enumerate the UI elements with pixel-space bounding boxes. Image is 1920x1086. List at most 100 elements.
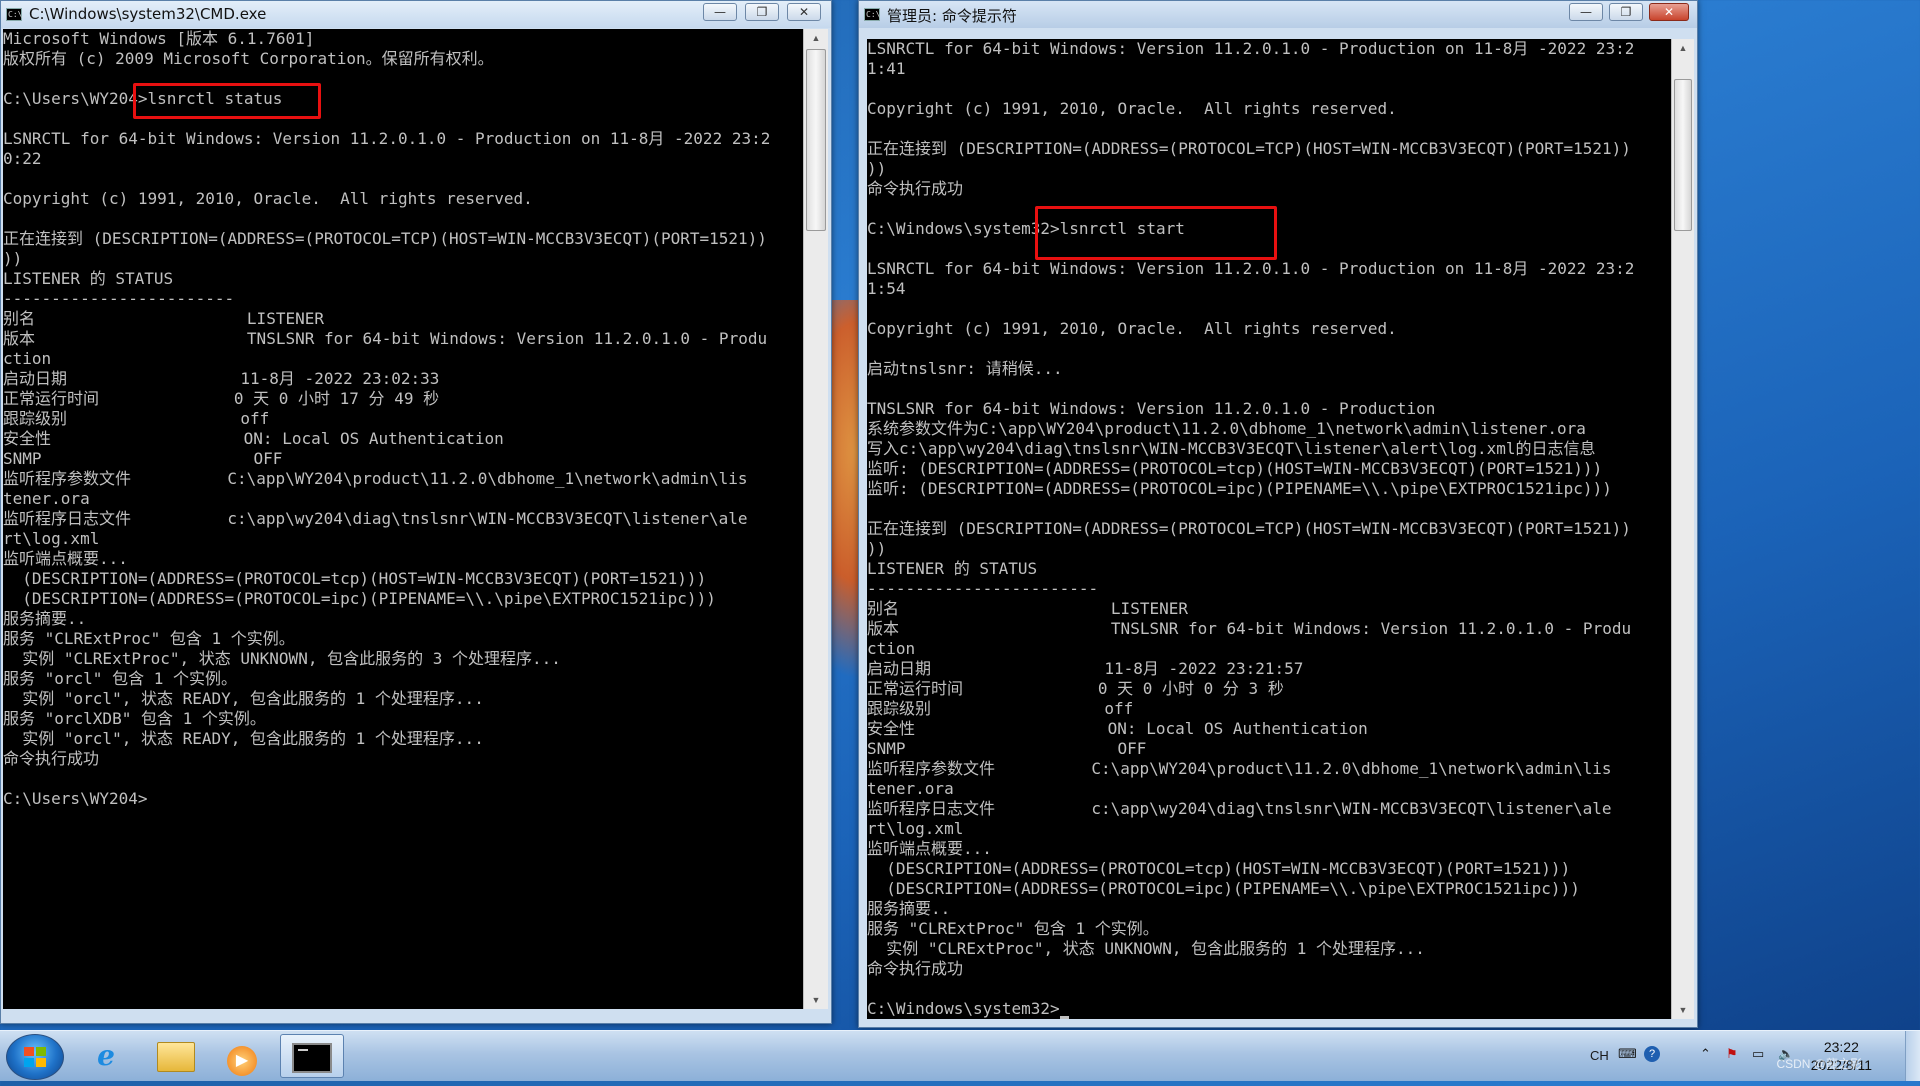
- vertical-scrollbar[interactable]: ▲ ▼: [803, 29, 828, 1009]
- scroll-down-icon[interactable]: ▼: [1672, 1001, 1694, 1019]
- start-button[interactable]: [6, 1034, 64, 1080]
- console-line: 正在连接到 (DESCRIPTION=(ADDRESS=(PROTOCOL=TC…: [3, 229, 767, 248]
- console-line: Microsoft Windows [版本 6.1.7601]: [3, 29, 315, 48]
- console-line: 监听程序参数文件 C:\app\WY204\product\11.2.0\dbh…: [3, 469, 748, 488]
- console-line: 1:41: [867, 59, 906, 78]
- console-output[interactable]: LSNRCTL for 64-bit Windows: Version 11.2…: [867, 39, 1671, 1019]
- console-line: 监听: (DESCRIPTION=(ADDRESS=(PROTOCOL=ipc)…: [867, 479, 1612, 498]
- console-line: C:\Windows\system32>: [867, 999, 1671, 1019]
- taskbar-ie-button[interactable]: e: [74, 1034, 138, 1078]
- folder-icon: [157, 1042, 195, 1072]
- console-line: 1:54: [867, 279, 906, 298]
- console-line: 启动日期 11-8月 -2022 23:21:57: [867, 659, 1304, 678]
- language-indicator[interactable]: CH: [1590, 1048, 1609, 1063]
- close-button[interactable]: ✕: [1649, 3, 1689, 21]
- console-line: 正常运行时间 0 天 0 小时 17 分 49 秒: [3, 389, 440, 408]
- show-desktop-button[interactable]: [1905, 1031, 1920, 1081]
- cmd-icon: [292, 1043, 332, 1073]
- console-line: 命令执行成功: [867, 959, 964, 978]
- window-title: C:\Windows\system32\CMD.exe: [29, 5, 267, 23]
- console-line: rt\log.xml: [3, 529, 100, 548]
- console-line: LSNRCTL for 64-bit Windows: Version 11.2…: [867, 259, 1635, 278]
- console-line: 别名 LISTENER: [867, 599, 1188, 618]
- console-line: 启动tnslsnr: 请稍候...: [867, 359, 1063, 378]
- internet-explorer-icon: e: [97, 1039, 115, 1072]
- console-line: 服务 "CLRExtProc" 包含 1 个实例。: [3, 629, 295, 648]
- scroll-down-icon[interactable]: ▼: [804, 991, 828, 1009]
- console-line: 0:22: [3, 149, 42, 168]
- console-line: 安全性 ON: Local OS Authentication: [3, 429, 504, 448]
- network-icon[interactable]: ▭: [1752, 1046, 1764, 1062]
- console-line: Copyright (c) 1991, 2010, Oracle. All ri…: [867, 99, 1397, 118]
- console-line: 监听程序参数文件 C:\app\WY204\product\11.2.0\dbh…: [867, 759, 1612, 778]
- cmd-window-left-titlebar[interactable]: C:\ C:\Windows\system32\CMD.exe — ❐ ✕: [1, 1, 831, 28]
- console-line: Copyright (c) 1991, 2010, Oracle. All ri…: [3, 189, 533, 208]
- console-line: 监听程序日志文件 c:\app\wy204\diag\tnslsnr\WIN-M…: [3, 509, 748, 528]
- maximize-button[interactable]: ❐: [745, 3, 779, 21]
- media-player-icon: ▶: [227, 1046, 257, 1076]
- keyboard-icon[interactable]: ⌨: [1618, 1046, 1637, 1062]
- highlight-box-start-command: [1035, 206, 1277, 260]
- action-center-flag-icon[interactable]: ⚑: [1726, 1046, 1738, 1062]
- console-line: tener.ora: [3, 489, 90, 508]
- minimize-button[interactable]: —: [1569, 3, 1603, 21]
- console-line: 监听程序日志文件 c:\app\wy204\diag\tnslsnr\WIN-M…: [867, 799, 1612, 818]
- scroll-thumb[interactable]: [1674, 79, 1692, 231]
- console-line: 版权所有 (c) 2009 Microsoft Corporation。保留所有…: [3, 49, 494, 68]
- console-output[interactable]: Microsoft Windows [版本 6.1.7601] 版权所有 (c) …: [3, 29, 803, 1009]
- vertical-scrollbar[interactable]: ▲ ▼: [1671, 39, 1694, 1019]
- console-line: 服务 "CLRExtProc" 包含 1 个实例。: [867, 919, 1159, 938]
- console-line: )): [867, 539, 887, 558]
- taskbar: e ▶ CH ⌨ ? ⌃ ⚑ ▭ 🔈 23:22 2022/8/11 CSDN …: [0, 1030, 1920, 1081]
- chevron-up-icon[interactable]: ⌃: [1700, 1046, 1711, 1062]
- highlight-box-status-command: [133, 83, 321, 119]
- console-line: 版本 TNSLSNR for 64-bit Windows: Version 1…: [867, 619, 1632, 638]
- scroll-thumb[interactable]: [806, 49, 826, 231]
- console-line: 实例 "orcl", 状态 READY, 包含此服务的 1 个处理程序...: [3, 729, 484, 748]
- cmd-window-right-titlebar[interactable]: C:\ 管理员: 命令提示符 — ❐ ✕: [859, 1, 1697, 28]
- console-line: SNMP OFF: [3, 449, 283, 468]
- console-line: SNMP OFF: [867, 739, 1147, 758]
- scroll-up-icon[interactable]: ▲: [1672, 39, 1694, 57]
- help-icon[interactable]: ?: [1644, 1046, 1660, 1062]
- console-line: 服务摘要..: [867, 899, 951, 918]
- console-line: tener.ora: [867, 779, 954, 798]
- console-line: LISTENER 的 STATUS: [3, 269, 174, 288]
- taskbar-explorer-button[interactable]: [144, 1034, 208, 1078]
- console-line: ------------------------: [867, 579, 1099, 598]
- taskbar-cmd-button[interactable]: [280, 1034, 344, 1078]
- console-line: 服务 "orclXDB" 包含 1 个实例。: [3, 709, 266, 728]
- console-line: 启动日期 11-8月 -2022 23:02:33: [3, 369, 440, 388]
- cmd-window-left[interactable]: C:\ C:\Windows\system32\CMD.exe — ❐ ✕ Mi…: [0, 0, 832, 1024]
- console-line: 跟踪级别 off: [3, 409, 270, 428]
- console-line: 服务 "orcl" 包含 1 个实例。: [3, 669, 237, 688]
- console-line: 系统参数文件为C:\app\WY204\product\11.2.0\dbhom…: [867, 419, 1586, 438]
- scroll-up-icon[interactable]: ▲: [804, 29, 828, 47]
- maximize-button[interactable]: ❐: [1609, 3, 1643, 21]
- console-line: ------------------------: [3, 289, 235, 308]
- cmd-window-right[interactable]: C:\ 管理员: 命令提示符 — ❐ ✕ LSNRCTL for 64-bit …: [858, 0, 1698, 1028]
- cmd-window-icon: C:\: [6, 8, 23, 21]
- minimize-button[interactable]: —: [703, 3, 737, 21]
- console-line: 监听: (DESCRIPTION=(ADDRESS=(PROTOCOL=tcp)…: [867, 459, 1603, 478]
- console-line: 写入c:\app\wy204\diag\tnslsnr\WIN-MCCB3V3E…: [867, 439, 1596, 458]
- console-line: )): [3, 249, 23, 268]
- console-line: 正在连接到 (DESCRIPTION=(ADDRESS=(PROTOCOL=TC…: [867, 519, 1631, 538]
- console-line: 跟踪级别 off: [867, 699, 1134, 718]
- console-line: 命令执行成功: [867, 179, 964, 198]
- console-line: )): [867, 159, 887, 178]
- console-line: 安全性 ON: Local OS Authentication: [867, 719, 1368, 738]
- console-line: ction: [3, 349, 52, 368]
- close-button[interactable]: ✕: [787, 3, 821, 21]
- taskbar-media-player-button[interactable]: ▶: [210, 1034, 274, 1078]
- console-line: 正在连接到 (DESCRIPTION=(ADDRESS=(PROTOCOL=TC…: [867, 139, 1631, 158]
